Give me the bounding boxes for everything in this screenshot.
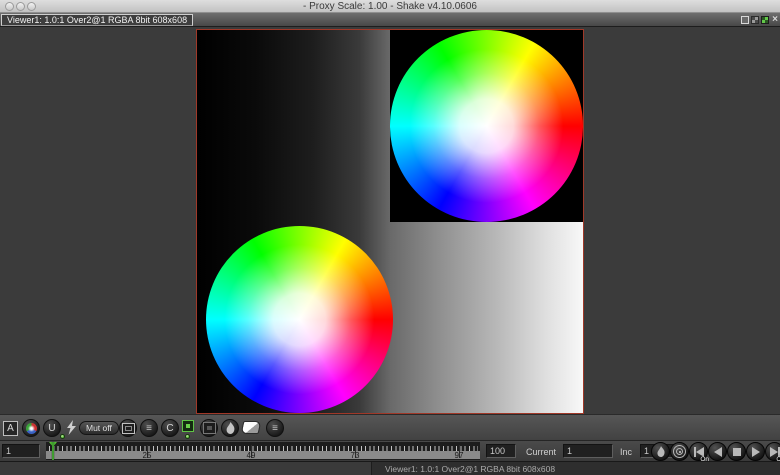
viewer-tab-bar: Viewer1: 1.0:1 Over2@1 RGBA 8bit 608x608… <box>0 13 780 27</box>
viewer-update-icon[interactable] <box>761 16 769 24</box>
playhead-line <box>52 442 54 460</box>
close-viewer-icon[interactable]: × <box>770 16 780 24</box>
ruler-label-97: 97 <box>455 451 464 460</box>
triangle-left-icon <box>714 447 722 457</box>
composite-image[interactable] <box>196 29 584 414</box>
shake-window: - Proxy Scale: 1.00 - Shake v4.10.0606 V… <box>0 0 780 475</box>
play-forward-button[interactable] <box>746 442 765 461</box>
colorwheel-black-square <box>390 30 583 222</box>
detach-viewer-icon[interactable] <box>741 16 749 24</box>
render-radar-button[interactable] <box>670 442 689 461</box>
play-reverse-button[interactable] <box>708 442 727 461</box>
end-frame-field[interactable] <box>486 444 516 458</box>
frame-icon <box>122 423 135 434</box>
flame-icon <box>656 446 666 458</box>
a-buffer-button[interactable]: A <box>3 421 18 436</box>
playhead[interactable] <box>49 442 56 460</box>
flame-icon <box>225 422 236 435</box>
bar-icon <box>778 447 780 457</box>
viewer-menu-button[interactable]: ≡ <box>266 419 284 437</box>
radar-icon <box>673 445 686 458</box>
seek-end-button[interactable]: On <box>765 442 780 461</box>
compare-button[interactable]: ≡ <box>140 419 158 437</box>
current-frame-field[interactable] <box>563 444 613 458</box>
time-bar: 25 49 73 97 Current Inc On <box>0 440 780 461</box>
ruler-label-49: 49 <box>247 451 256 460</box>
triangle-right-icon <box>770 447 778 457</box>
update-led <box>60 434 65 439</box>
lightning-icon <box>66 420 77 436</box>
roi-icon <box>203 422 216 434</box>
colorwheel-top-right <box>390 30 583 222</box>
flipbook-button[interactable] <box>221 419 239 437</box>
update-mode-button[interactable]: U <box>43 419 61 437</box>
stop-button[interactable] <box>727 442 746 461</box>
update-region-button[interactable] <box>182 420 194 432</box>
paint-icon <box>241 421 262 434</box>
timeline-ruler[interactable]: 25 49 73 97 <box>46 442 480 460</box>
green-region-icon <box>182 420 194 432</box>
start-frame-field[interactable] <box>2 444 40 458</box>
viewer-lookup-button[interactable]: C <box>161 419 179 437</box>
status-left-panel <box>0 462 372 475</box>
ruler-ticks <box>49 446 478 451</box>
region-led <box>185 434 190 439</box>
roi-button[interactable] <box>200 419 218 437</box>
viewer-canvas[interactable] <box>0 27 780 414</box>
compare-lines-icon: ≡ <box>146 423 152 434</box>
titlebar: - Proxy Scale: 1.00 - Shake v4.10.0606 <box>0 0 780 13</box>
color-wheel-icon <box>26 423 37 434</box>
viewer-toolbar: A U Mut off ≡ C <box>0 414 780 440</box>
current-label: Current <box>526 447 556 457</box>
ruler-label-73: 73 <box>351 451 360 460</box>
inc-label: Inc <box>620 447 632 457</box>
stop-icon <box>733 448 741 456</box>
ruler-label-25: 25 <box>143 451 152 460</box>
render-update-button[interactable] <box>64 419 78 437</box>
ruler-band <box>46 451 480 459</box>
mute-toggle-button[interactable]: Mut off <box>79 421 119 435</box>
flipbook-render-button[interactable] <box>651 442 670 461</box>
status-bar: Viewer1: 1.0:1 Over2@1 RGBA 8bit 608x608 <box>0 461 780 475</box>
viewer-grid-icon[interactable] <box>751 16 759 24</box>
seek-start-button[interactable]: On <box>689 442 708 461</box>
paint-button[interactable] <box>242 421 260 434</box>
viewer-tab[interactable]: Viewer1: 1.0:1 Over2@1 RGBA 8bit 608x608 <box>1 14 193 26</box>
triangle-left-icon <box>696 447 704 457</box>
triangle-right-icon <box>752 447 760 457</box>
window-title: - Proxy Scale: 1.00 - Shake v4.10.0606 <box>0 1 780 12</box>
status-text: Viewer1: 1.0:1 Over2@1 RGBA 8bit 608x608 <box>385 464 555 474</box>
menu-lines-icon: ≡ <box>272 423 278 434</box>
viewer-frame-button[interactable] <box>119 419 137 437</box>
channel-display-button[interactable] <box>22 419 40 437</box>
colorwheel-bottom-left <box>206 226 393 413</box>
